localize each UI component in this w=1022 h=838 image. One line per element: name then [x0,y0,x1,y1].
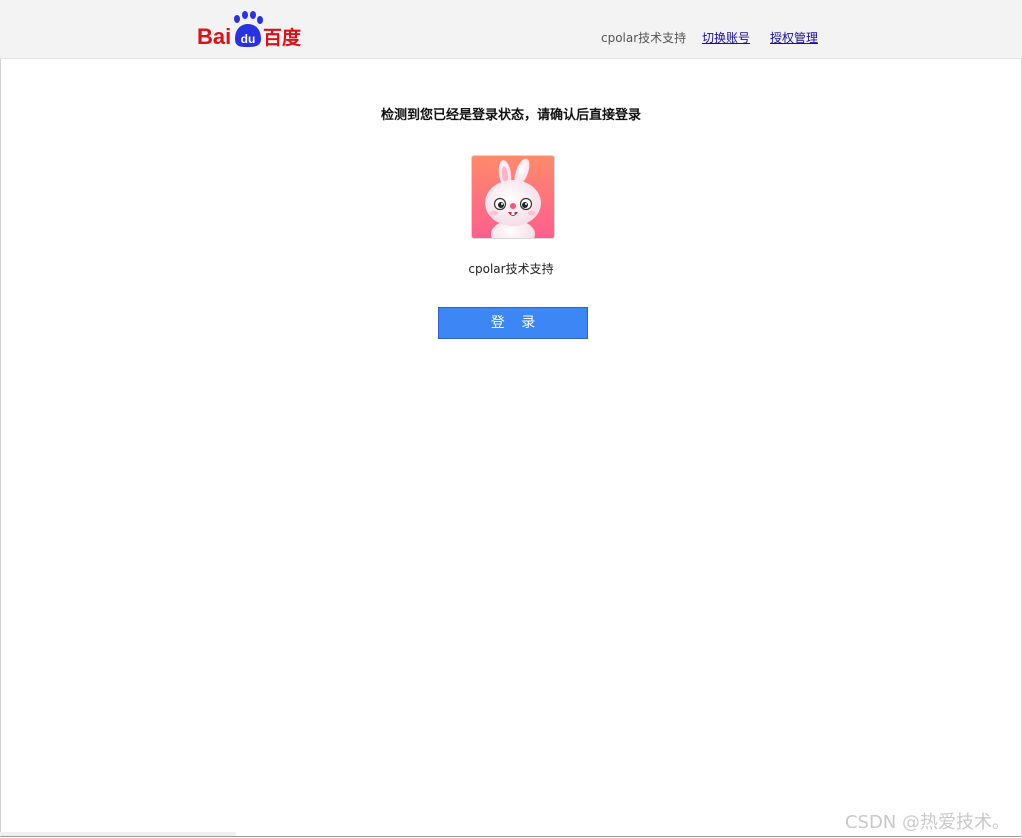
switch-account-link[interactable]: 切换账号 [702,30,750,46]
baidu-paw-logo-icon: Bai du 百度 [197,11,302,49]
avatar [471,155,555,239]
auth-manage-link[interactable]: 授权管理 [770,30,818,46]
login-button[interactable]: 登 录 [438,307,588,339]
header-user-name: cpolar技术支持 [601,31,687,45]
logo-cn-text: 百度 [263,26,302,49]
pink-bunny-avatar-icon [472,156,554,238]
csdn-watermark: CSDN @热爱技术。 [844,812,1010,833]
bottom-strip [0,832,236,836]
browser-frame [0,0,1022,837]
header-bar: Bai du 百度 cpolar技术支持 切换账号 授权管理 [0,0,1022,59]
account-user-name: cpolar技术支持 [468,262,554,276]
login-prompt: 检测到您已经是登录状态，请确认后直接登录 [380,108,641,123]
baidu-logo[interactable]: Bai du 百度 [197,11,307,49]
logo-du-text: du [241,32,256,46]
logo-latin-text: Bai [197,24,231,49]
